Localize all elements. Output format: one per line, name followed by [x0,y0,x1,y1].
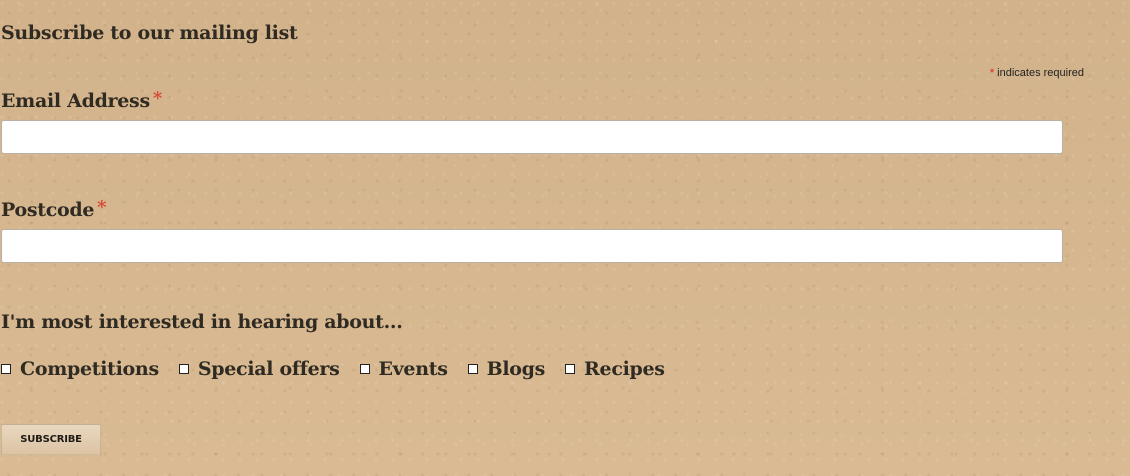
events-checkbox[interactable] [359,364,370,374]
page-title: Subscribe to our mailing list [1,22,298,44]
email-label-text: Email Address [1,90,150,112]
recipes-label: Recipes [584,358,665,380]
postcode-label: Postcode * [1,197,107,221]
required-note: * indicates required [990,67,1084,79]
special-offers-checkbox[interactable] [178,364,189,374]
email-field[interactable] [1,120,1063,154]
recipes-checkbox[interactable] [565,364,576,374]
competitions-checkbox[interactable] [1,364,11,374]
required-asterisk: * [989,67,995,79]
email-label: Email Address * [1,88,162,112]
postcode-label-text: Postcode [1,199,95,221]
blogs-checkbox[interactable] [467,364,478,374]
required-note-text: indicates required [997,67,1084,79]
option-events[interactable]: Events [359,358,448,380]
option-blogs[interactable]: Blogs [467,358,546,380]
competitions-label: Competitions [20,358,159,380]
interest-heading: I'm most interested in hearing about... [1,311,403,333]
interest-options: Competitions Special offers Events Blogs… [1,358,665,380]
subscribe-button[interactable]: Subscribe [1,424,101,455]
option-competitions[interactable]: Competitions [1,358,159,380]
postcode-required-asterisk: * [97,197,107,218]
postcode-field[interactable] [1,229,1063,263]
email-required-asterisk: * [152,88,162,109]
blogs-label: Blogs [486,358,546,380]
special-offers-label: Special offers [197,358,340,380]
events-label: Events [378,358,448,380]
option-special-offers[interactable]: Special offers [178,358,340,380]
option-recipes[interactable]: Recipes [565,358,665,380]
